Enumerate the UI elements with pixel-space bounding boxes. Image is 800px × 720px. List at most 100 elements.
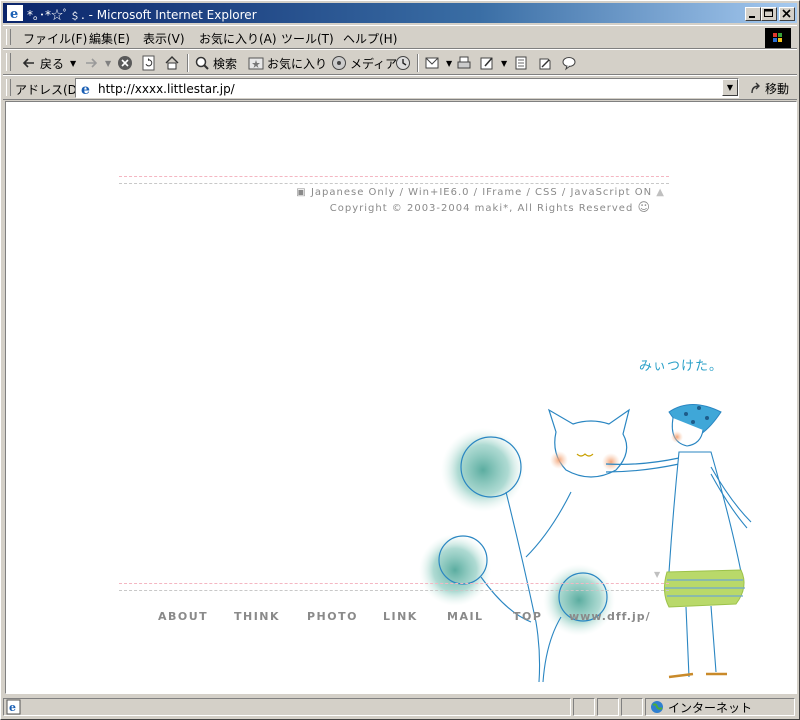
illustration-girl-cat-balloons	[419, 404, 752, 683]
discuss-button[interactable]	[513, 52, 529, 74]
close-icon	[782, 9, 791, 18]
menu-favorites[interactable]: お気に入り(A)	[199, 30, 277, 47]
home-button[interactable]	[164, 52, 180, 74]
back-arrow-icon	[22, 58, 34, 68]
go-label: 移動	[765, 82, 790, 96]
favorites-button[interactable]: お気に入り	[248, 52, 327, 74]
stop-button[interactable]	[117, 52, 133, 74]
go-arrow-icon	[751, 82, 760, 93]
menu-grip[interactable]	[6, 29, 11, 45]
media-icon	[332, 56, 346, 70]
history-button[interactable]	[395, 52, 411, 74]
print-icon	[457, 56, 471, 69]
print-button[interactable]	[456, 52, 472, 74]
search-icon	[195, 56, 209, 70]
mail-dropdown-icon[interactable]: ▼	[446, 59, 452, 68]
refresh-icon	[142, 55, 155, 71]
stop-icon	[118, 56, 132, 70]
favorites-folder-icon	[248, 57, 264, 70]
refresh-button[interactable]	[141, 52, 157, 74]
square-bullet-icon: ▣	[296, 187, 307, 198]
menu-edit[interactable]: 編集(E)	[89, 30, 130, 47]
nav-photo[interactable]: PHOTO	[307, 610, 358, 623]
copyright-line: Copyright © 2003-2004 maki*, All Rights …	[330, 200, 651, 214]
address-label: アドレス(D)	[15, 83, 82, 97]
smiley-icon: ☺	[637, 200, 651, 214]
divider-gray-bottom	[119, 590, 669, 591]
title-bar: e *｡･*☆ﾟ﹩. - Microsoft Internet Explorer	[3, 3, 797, 23]
nav-link[interactable]: LINK	[383, 610, 418, 623]
page-icon: e	[81, 82, 90, 97]
edit-button[interactable]: ▼	[479, 52, 507, 74]
up-arrow-icon[interactable]: ▲	[656, 187, 665, 198]
divider-gray-top	[119, 183, 669, 184]
address-dropdown-button[interactable]: ▼	[722, 79, 738, 96]
messenger-icon	[562, 57, 576, 71]
divider-pink-bottom	[119, 583, 669, 584]
back-dropdown-icon[interactable]: ▼	[70, 59, 76, 68]
zone-label: インターネット	[668, 700, 753, 715]
edit-icon	[480, 57, 493, 70]
toolbar-separator	[187, 54, 189, 72]
search-button[interactable]: 検索	[194, 52, 237, 74]
nav-top[interactable]: TOP	[513, 610, 542, 623]
nav-about[interactable]: ABOUT	[158, 610, 208, 623]
address-url[interactable]: http://xxxx.littlestar.jp/	[98, 82, 235, 96]
page-status-icon: e	[6, 699, 21, 715]
status-pane	[621, 698, 643, 716]
back-label: 戻る	[40, 56, 65, 71]
messenger-button[interactable]	[561, 52, 577, 74]
go-button[interactable]: 移動	[749, 80, 789, 97]
page-content: ▣ Japanese Only / Win+IE6.0 / IFrame / C…	[5, 101, 797, 694]
nav-dff-link[interactable]: www.dff.jp/	[569, 610, 651, 623]
menu-file[interactable]: ファイル(F)	[23, 30, 87, 47]
maximize-button[interactable]	[761, 7, 777, 21]
status-pane	[573, 698, 595, 716]
info-text: Japanese Only / Win+IE6.0 / IFrame / CSS…	[310, 187, 653, 198]
standard-toolbar: 戻る ▼ ▼ 検索 お気に入り メディア ▼ ▼	[3, 49, 797, 75]
menu-view[interactable]: 表示(V)	[143, 30, 185, 47]
close-button[interactable]	[779, 7, 795, 21]
copyright-text: Copyright © 2003-2004 maki*, All Rights …	[329, 203, 634, 214]
divider-pink-top	[119, 176, 669, 177]
research-icon	[539, 58, 551, 70]
home-icon	[165, 56, 179, 70]
media-button[interactable]: メディア	[331, 52, 397, 74]
svg-text:e: e	[9, 701, 16, 714]
mail-button[interactable]: ▼	[424, 52, 452, 74]
forward-dropdown-icon[interactable]: ▼	[105, 59, 111, 68]
browser-window: e *｡･*☆ﾟ﹩. - Microsoft Internet Explorer…	[0, 0, 800, 720]
mail-icon	[425, 57, 439, 69]
media-label: メディア	[350, 56, 398, 71]
nav-mail[interactable]: MAIL	[447, 610, 484, 623]
toolbar-separator	[417, 54, 419, 72]
minimize-button[interactable]	[745, 7, 761, 21]
search-label: 検索	[213, 56, 238, 71]
status-main-pane: e	[3, 698, 571, 716]
minimize-icon	[749, 16, 755, 18]
history-icon	[396, 56, 410, 70]
forward-arrow-icon	[86, 58, 98, 68]
menu-help[interactable]: ヘルプ(H)	[343, 30, 397, 47]
toolbar-grip[interactable]	[6, 53, 11, 71]
discuss-icon	[515, 56, 527, 70]
ie-icon: e	[7, 5, 23, 21]
address-bar: アドレス(D) e http://xxxx.littlestar.jp/ ▼ 移…	[3, 75, 797, 100]
windows-flag-icon	[773, 33, 782, 42]
status-pane	[597, 698, 619, 716]
address-input[interactable]: e http://xxxx.littlestar.jp/	[75, 78, 739, 98]
window-title: *｡･*☆ﾟ﹩. - Microsoft Internet Explorer	[27, 8, 257, 22]
scroll-down-arrow-icon[interactable]: ▼	[654, 570, 660, 579]
windows-logo	[765, 28, 791, 48]
back-button[interactable]: 戻る ▼	[21, 52, 76, 74]
menu-bar: ファイル(F) 編集(E) 表示(V) お気に入り(A) ツール(T) ヘルプ(…	[3, 25, 797, 49]
forward-button[interactable]: ▼	[83, 52, 111, 74]
svg-text:e: e	[81, 82, 90, 97]
nav-think[interactable]: THINK	[234, 610, 280, 623]
status-bar: e インターネット	[3, 698, 797, 717]
menu-tools[interactable]: ツール(T)	[281, 30, 334, 47]
research-button[interactable]	[537, 52, 553, 74]
edit-dropdown-icon[interactable]: ▼	[501, 59, 507, 68]
handwritten-caption: みぃつけた。	[639, 359, 724, 374]
address-grip[interactable]	[6, 79, 11, 96]
